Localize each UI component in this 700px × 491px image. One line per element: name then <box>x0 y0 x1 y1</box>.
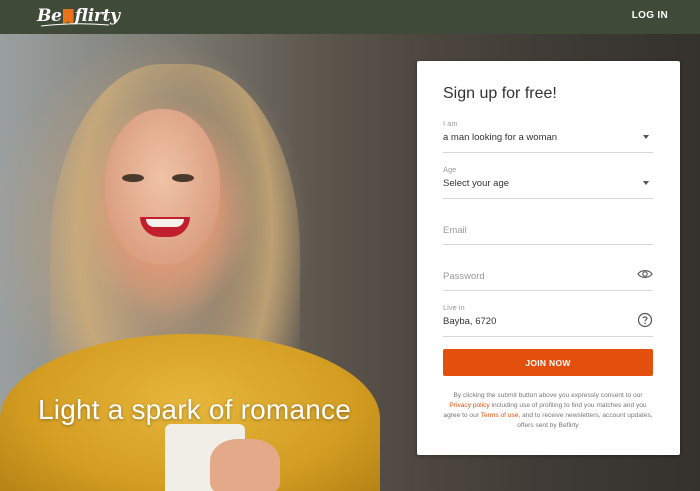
hero-photo-hand <box>210 439 280 491</box>
iam-label: I am <box>443 119 458 128</box>
hero-photo-teeth <box>146 219 184 227</box>
hero-photo-left-eye <box>122 174 144 182</box>
chevron-down-icon <box>643 135 649 139</box>
password-placeholder: Password <box>443 271 485 282</box>
signup-title: Sign up for free! <box>443 85 557 102</box>
hero-photo-face <box>105 109 220 264</box>
top-navigation-bar: Be flirty LOG IN <box>0 0 700 34</box>
consent-text: By clicking the submit button above you … <box>443 391 653 431</box>
signup-card: Sign up for free! I am a man looking for… <box>417 61 680 455</box>
iam-select[interactable]: I am a man looking for a woman <box>443 119 653 153</box>
terms-of-use-link[interactable]: Terms of use <box>481 412 519 419</box>
location-field[interactable]: Live in Bayba, 6720 <box>443 303 653 337</box>
privacy-policy-link[interactable]: Privacy policy <box>449 402 489 409</box>
location-value: Bayba, 6720 <box>443 316 497 327</box>
beflirty-logo[interactable]: Be flirty <box>37 4 120 28</box>
location-label: Live in <box>443 303 465 312</box>
chevron-down-icon <box>643 181 649 185</box>
eye-icon[interactable] <box>637 266 653 282</box>
age-select[interactable]: Age Select your age <box>443 165 653 199</box>
consent-text-part3: , and to receive newsletters, account up… <box>517 412 653 429</box>
hero-tagline: Light a spark of romance <box>38 394 351 425</box>
help-circle-icon[interactable] <box>637 312 653 328</box>
logo-swoosh-icon <box>40 23 110 27</box>
password-field[interactable]: Password <box>443 257 653 291</box>
age-value: Select your age <box>443 178 510 189</box>
iam-value: a man looking for a woman <box>443 132 558 143</box>
email-field[interactable]: Email <box>443 211 653 245</box>
age-label: Age <box>443 165 457 174</box>
consent-text-part1: By clicking the submit button above you … <box>453 392 643 399</box>
login-link[interactable]: LOG IN <box>632 10 668 21</box>
email-placeholder: Email <box>443 225 467 236</box>
join-now-button[interactable]: JOIN NOW <box>443 349 653 376</box>
hero-photo-right-eye <box>172 174 194 182</box>
